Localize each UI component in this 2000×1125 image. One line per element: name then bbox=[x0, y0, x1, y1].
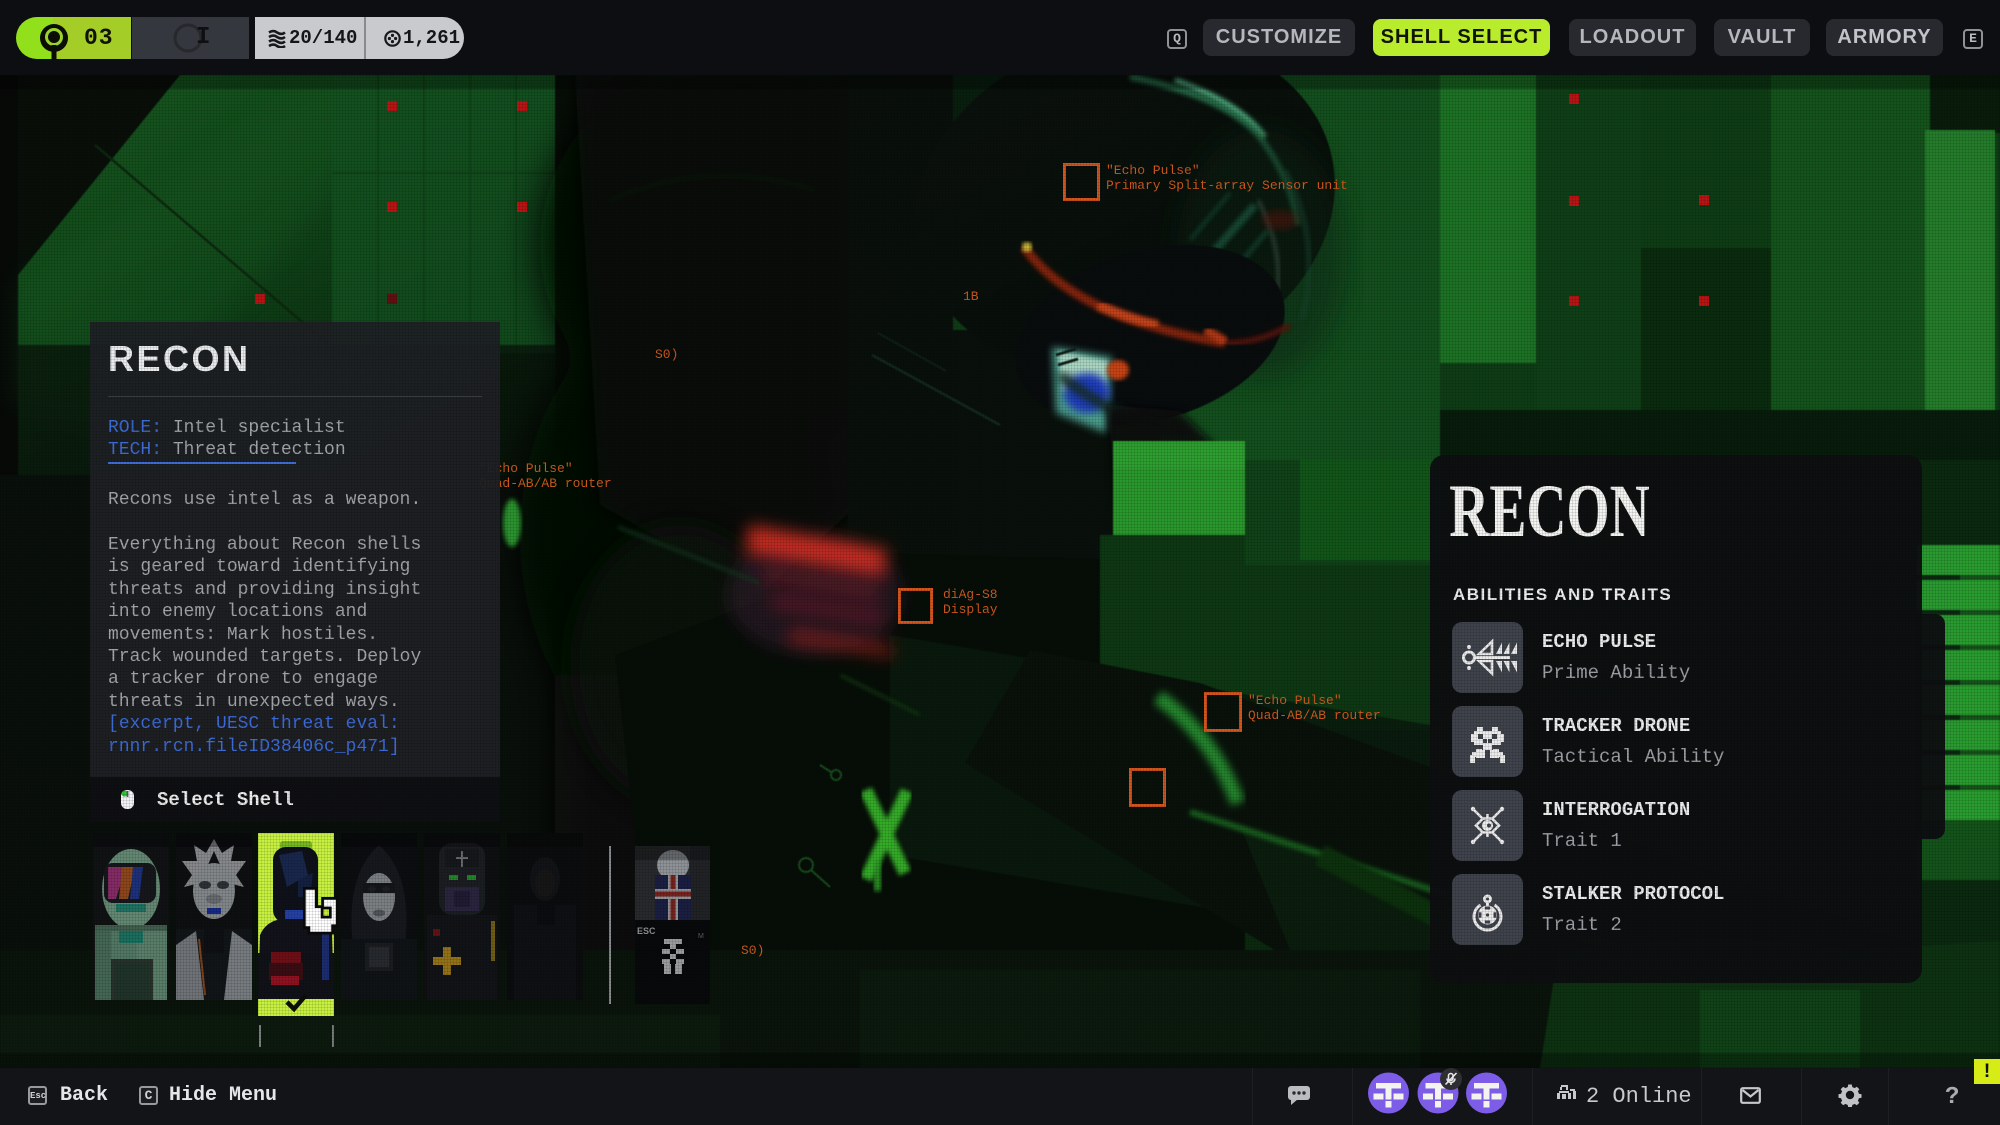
svg-text:ESC: ESC bbox=[637, 926, 656, 936]
svg-text:M: M bbox=[698, 933, 704, 940]
